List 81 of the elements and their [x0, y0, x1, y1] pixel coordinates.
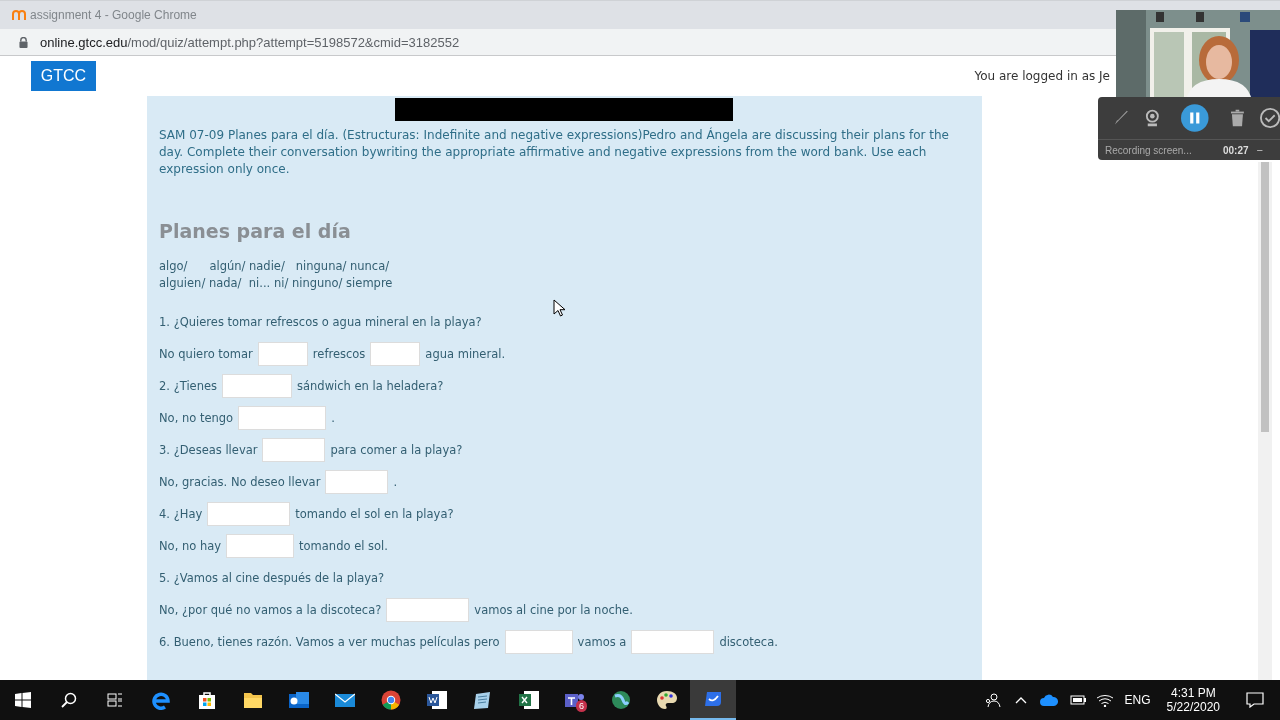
sentence-text: . — [331, 411, 335, 425]
notification-icon — [1246, 692, 1264, 708]
document-app-icon — [427, 691, 447, 709]
sentence-text: 6. Bueno, tienes razón. Vamos a ver muchas películas pero — [159, 635, 500, 649]
answer-field[interactable] — [325, 470, 389, 494]
sentence-text: tomando el sol. — [299, 539, 388, 553]
people-icon — [984, 692, 1001, 708]
chat-bubble-icon — [703, 690, 723, 708]
sentence-text: No, no tengo — [159, 411, 234, 425]
address-bar[interactable]: online.gtcc.edu/mod/quiz/attempt.php?attempt=5198572&cmid=3182552 — [0, 29, 1116, 56]
sentence-text: para comer a la playa? — [330, 443, 463, 457]
url-text: online.gtcc.edu/mod/quiz/attempt.php?attempt=5198572&cmid=3182552 — [40, 34, 460, 50]
paint-palette-icon — [656, 690, 678, 710]
sentence-text: 2. ¿Tienes — [159, 379, 218, 393]
section-heading: Planes para el día — [159, 220, 352, 242]
answer-field[interactable] — [386, 598, 470, 622]
scrollbar[interactable] — [1258, 162, 1272, 680]
sentence-text: No, no hay — [159, 539, 222, 553]
answer-field[interactable] — [257, 342, 308, 366]
task-view-icon — [107, 692, 123, 708]
answer-field[interactable] — [207, 502, 291, 526]
notification-badge: 6 — [576, 700, 587, 712]
language-button[interactable]: ENG — [1118, 680, 1157, 720]
clock-button[interactable]: 4:31 PM 5/22/2020 — [1156, 680, 1230, 720]
chevron-up-icon — [1014, 696, 1027, 704]
sentence-text: tomando el sol en la playa? — [295, 507, 454, 521]
word-bank-line: algo/ algún/ nadie/ ninguna/ nunca/ — [159, 258, 391, 275]
word-bank-line: alguien/ nada/ ni... ni/ ninguno/ siempre — [159, 275, 394, 292]
answer-field[interactable] — [631, 630, 715, 654]
sentence-text: 1. ¿Quieres tomar refrescos o agua mineral en la playa? — [159, 315, 482, 329]
answer-field[interactable] — [238, 406, 327, 430]
check-circle-icon[interactable] — [1259, 107, 1280, 129]
trash-icon[interactable] — [1230, 109, 1244, 127]
chat-bubble-button[interactable] — [690, 680, 736, 720]
store-bag-icon — [197, 690, 217, 710]
globe-icon — [611, 690, 631, 710]
answer-field[interactable] — [222, 374, 293, 398]
sentence-text: No, ¿por qué no vamos a la discoteca? — [159, 603, 382, 617]
mouse-cursor-icon — [553, 299, 565, 317]
elapsed-time: 00:27 — [1223, 144, 1249, 156]
notepad-icon — [473, 691, 493, 709]
minimize-button[interactable]: − — [1254, 144, 1265, 156]
team-chat-icon — [565, 691, 585, 709]
sentence-text: discoteca. — [719, 635, 778, 649]
webcam-icon[interactable] — [1144, 109, 1160, 127]
envelope-icon — [335, 692, 355, 708]
team-chat-button[interactable]: 6 — [552, 680, 598, 720]
sentence-text: refrescos — [312, 347, 366, 361]
chrome-browser-icon — [381, 690, 401, 710]
sentence-text: agua mineral. — [425, 347, 506, 361]
mail-envelope-icon — [289, 691, 309, 709]
answer-field[interactable] — [504, 630, 573, 654]
home-button[interactable]: GTCC — [31, 61, 96, 91]
sentence-text: . — [393, 475, 398, 489]
browser-icon — [151, 690, 171, 710]
pause-button[interactable] — [1181, 103, 1209, 133]
lock-icon — [19, 36, 28, 48]
question-text: SAM 07-09 Planes para el día. (Estructuras: Indefinite and negative expressions)Pedro and Ángela are discussing their plans for the day. Complete their conversation bywriting the appropriate affirmative and negative expressions from the word bank. Use each expression only once. — [159, 127, 950, 178]
answer-field[interactable] — [226, 534, 295, 558]
login-text: You are logged in as Je — [974, 69, 1110, 83]
sentence-text: No quiero tomar — [159, 347, 253, 361]
sentence-text: 3. ¿Deseas llevar — [159, 443, 258, 457]
spreadsheet-app-icon — [519, 691, 539, 709]
answer-field[interactable] — [370, 342, 421, 366]
search-icon — [61, 692, 77, 708]
cloud-icon — [1039, 694, 1058, 706]
sentence-text: 4. ¿Hay — [159, 507, 203, 521]
sentence-text: sándwich en la heladera? — [297, 379, 444, 393]
recording-status: Recording screen... — [1105, 144, 1193, 156]
folder-icon — [243, 691, 263, 709]
window-title: assignment 4 - Google Chrome — [30, 8, 197, 22]
site-logo-icon — [12, 10, 26, 20]
wifi-icon — [1096, 693, 1113, 707]
sentence-text: 5. ¿Vamos al cine después de la playa? — [159, 571, 385, 585]
answer-field[interactable] — [262, 438, 326, 462]
sentence-text: vamos al cine por la noche. — [474, 603, 633, 617]
windows-logo-icon — [15, 692, 31, 708]
brush-icon[interactable] — [1114, 110, 1129, 126]
sentence-text: vamos a — [577, 635, 627, 649]
sentence-text: No, gracias. No deseo llevar — [159, 475, 321, 489]
battery-plug-icon — [1067, 694, 1086, 706]
